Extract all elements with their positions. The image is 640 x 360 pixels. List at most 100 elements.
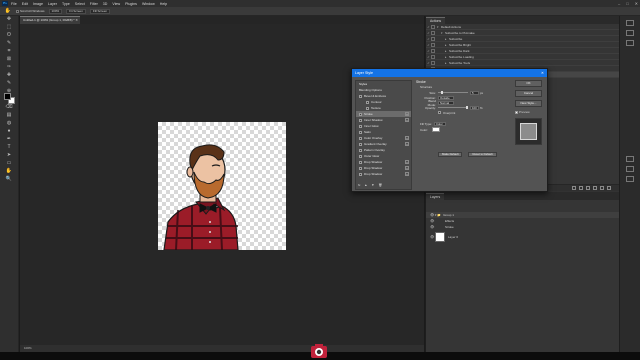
style-checkbox[interactable] — [359, 166, 362, 170]
dialog-toggle-box[interactable] — [431, 24, 435, 29]
menu-filter[interactable]: Filter — [90, 2, 98, 6]
scroll-all-windows-checkbox[interactable] — [16, 9, 19, 13]
menu-plugins[interactable]: Plugins — [125, 2, 137, 6]
foreground-color-swatch[interactable] — [4, 93, 11, 100]
style-checkbox[interactable] — [366, 100, 369, 104]
new-action-icon[interactable] — [600, 186, 604, 190]
style-checkbox[interactable] — [359, 124, 362, 128]
channels-panel-icon[interactable] — [626, 166, 634, 172]
dialog-titlebar[interactable]: Layer Style ✕ — [352, 69, 547, 77]
size-slider-knob[interactable] — [440, 91, 443, 94]
maximize-icon[interactable]: □ — [626, 1, 628, 6]
minimize-icon[interactable]: – — [618, 1, 620, 6]
style-checkbox[interactable] — [359, 112, 362, 116]
healing-icon[interactable]: ✚ — [3, 72, 15, 79]
menu-type[interactable]: Type — [62, 2, 70, 6]
preview-option[interactable]: Preview — [515, 110, 546, 114]
eye-icon[interactable]: 👁 — [430, 225, 435, 229]
fill-type-select[interactable]: Color — [433, 121, 446, 126]
document-canvas[interactable] — [158, 122, 286, 251]
overprint-checkbox[interactable] — [438, 111, 441, 114]
path-select-icon[interactable]: ➤ — [3, 152, 15, 159]
hand-icon[interactable]: ✋ — [3, 168, 15, 175]
style-checkbox[interactable] — [359, 154, 362, 158]
move-up-icon[interactable]: ▲ — [364, 183, 367, 187]
menu-view[interactable]: View — [112, 2, 120, 6]
style-checkbox[interactable] — [359, 172, 362, 176]
opacity-input[interactable]: 100 — [470, 105, 479, 110]
adjustments-panel-icon[interactable] — [626, 156, 634, 162]
new-style-button[interactable]: New Style... — [515, 100, 542, 107]
menu-3d[interactable]: 3D — [103, 2, 108, 6]
style-checkbox[interactable] — [359, 148, 362, 152]
stroke-color-swatch[interactable] — [432, 127, 441, 132]
properties-panel-icon[interactable] — [626, 30, 634, 36]
paths-panel-icon[interactable] — [626, 176, 634, 182]
add-style-icon[interactable]: + — [405, 166, 409, 170]
style-item[interactable]: Drop Shadow + — [356, 171, 411, 177]
shape-icon[interactable]: ▭ — [3, 160, 15, 167]
menu-layer[interactable]: Layer — [48, 2, 57, 6]
size-slider[interactable] — [438, 91, 468, 94]
make-default-button[interactable]: Make Default — [438, 152, 463, 157]
add-style-icon[interactable]: + — [405, 136, 409, 140]
dialog-toggle-box[interactable] — [431, 60, 435, 65]
opacity-slider-knob[interactable] — [466, 106, 468, 109]
zoom-100-button[interactable]: 100% — [48, 8, 63, 14]
stop-icon[interactable] — [572, 186, 576, 190]
eraser-icon[interactable]: ⌫ — [3, 104, 15, 111]
fill-screen-button[interactable]: Fill Screen — [89, 8, 111, 14]
frame-icon[interactable]: ⊠ — [3, 56, 15, 63]
type-icon[interactable]: T — [3, 144, 15, 151]
style-checkbox[interactable] — [359, 160, 362, 164]
trash-icon[interactable]: 🗑 — [378, 183, 382, 187]
preview-checkbox[interactable] — [515, 110, 518, 114]
position-select[interactable]: Outside — [438, 95, 454, 100]
close-window-icon[interactable]: ✕ — [635, 1, 638, 6]
layer-row-layer[interactable]: 👁 Layer 0 — [426, 230, 619, 244]
fx-icon[interactable]: fx — [358, 183, 360, 187]
style-checkbox[interactable] — [359, 94, 362, 98]
style-checkbox[interactable] — [359, 130, 362, 134]
menu-window[interactable]: Window — [142, 2, 155, 6]
dodge-icon[interactable]: ● — [3, 128, 15, 135]
gradient-icon[interactable]: ▤ — [3, 112, 15, 119]
dialog-toggle-box[interactable] — [431, 42, 435, 47]
eye-icon[interactable]: 👁 — [430, 219, 435, 223]
new-set-icon[interactable] — [593, 186, 597, 190]
close-icon[interactable]: ✕ — [541, 71, 544, 75]
marquee-icon[interactable]: ⬚ — [3, 24, 15, 31]
add-style-icon[interactable]: + — [405, 142, 409, 146]
style-checkbox[interactable] — [359, 118, 362, 122]
camera-app-icon[interactable] — [310, 343, 328, 360]
ok-button[interactable]: OK — [515, 80, 542, 87]
zoom-icon[interactable]: 🔍 — [3, 176, 15, 183]
quick-select-icon[interactable]: ✎ — [3, 40, 15, 47]
crop-icon[interactable]: ⌗ — [3, 48, 15, 55]
menu-image[interactable]: Image — [33, 2, 43, 6]
menu-help[interactable]: Help — [160, 2, 167, 6]
menu-file[interactable]: File — [11, 2, 17, 6]
cancel-button[interactable]: Cancel — [515, 90, 542, 97]
dialog-toggle-box[interactable] — [431, 30, 435, 35]
size-input[interactable]: 5 — [470, 90, 479, 95]
folder-icon[interactable]: ▾ 📁 — [435, 213, 441, 217]
lasso-icon[interactable]: ʘ — [3, 32, 15, 39]
move-down-icon[interactable]: ▼ — [371, 183, 374, 187]
dialog-toggle-box[interactable] — [431, 36, 435, 41]
add-style-icon[interactable]: + — [405, 160, 409, 164]
menu-select[interactable]: Select — [75, 2, 85, 6]
blend-mode-select[interactable]: Normal — [438, 100, 454, 105]
style-checkbox[interactable] — [366, 106, 369, 110]
tab-actions[interactable]: Actions — [426, 17, 446, 24]
eyedropper-icon[interactable]: ✑ — [3, 64, 15, 71]
play-icon[interactable] — [586, 186, 590, 190]
menu-edit[interactable]: Edit — [22, 2, 28, 6]
history-panel-icon[interactable] — [626, 20, 634, 26]
fit-screen-button[interactable]: Fit Screen — [66, 8, 86, 14]
document-tab[interactable]: Untitled-1 @ 100% (Group 1, RGB/8) * ✕ — [20, 16, 80, 24]
brush-icon[interactable]: ✎ — [3, 80, 15, 87]
add-style-icon[interactable]: + — [405, 118, 409, 122]
delete-action-icon[interactable] — [607, 186, 611, 190]
reset-default-button[interactable]: Reset to Default — [468, 152, 497, 157]
